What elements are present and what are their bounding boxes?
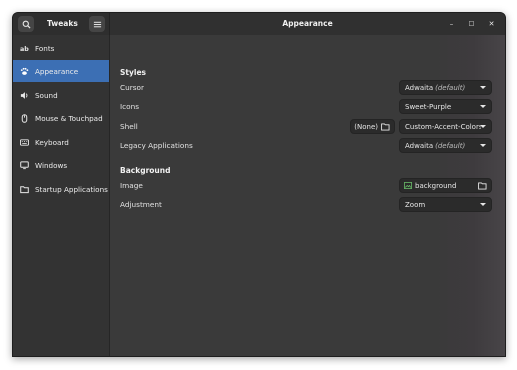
legacy-applications-dropdown[interactable]: Adwaita (default) [399, 138, 492, 153]
minimize-button[interactable]: – [445, 17, 458, 30]
image-label: Image [120, 181, 143, 190]
close-button[interactable]: ✕ [485, 17, 498, 30]
legacy-applications-label: Legacy Applications [120, 141, 193, 150]
appearance-panel: Styles Cursor Adwaita (default) Icons Sw… [110, 35, 505, 356]
shell-file-button[interactable]: (None) [350, 119, 395, 134]
cursor-value: Adwaita [405, 83, 434, 92]
sidebar-item-label: Windows [35, 160, 68, 170]
sidebar-item-appearance[interactable]: Appearance [13, 60, 109, 82]
shell-dropdown[interactable]: Custom-Accent-Colors [399, 119, 492, 134]
chevron-down-icon [480, 105, 486, 108]
search-icon [22, 20, 31, 29]
background-heading: Background [120, 166, 171, 175]
folder-icon [20, 185, 29, 194]
app-title: Tweaks [47, 19, 78, 28]
icons-label: Icons [120, 102, 140, 111]
adjustment-value: Zoom [405, 200, 426, 209]
minimize-icon: – [449, 19, 454, 28]
adjustment-dropdown[interactable]: Zoom [399, 197, 492, 212]
sidebar-item-mouse-touchpad[interactable]: Mouse & Touchpad [13, 107, 109, 129]
sidebar-item-startup-applications[interactable]: Startup Applications [13, 178, 109, 200]
close-icon: ✕ [488, 19, 495, 28]
maximize-button[interactable]: □ [465, 17, 478, 30]
sidebar-item-label: Fonts [35, 43, 55, 53]
sidebar-item-sound[interactable]: Sound [13, 84, 109, 106]
tweaks-window: Tweaks Appearance – □ ✕ ab Fonts Appeara… [12, 12, 506, 357]
background-image-chooser[interactable]: background [399, 178, 492, 193]
sidebar-item-label: Appearance [35, 66, 79, 76]
sidebar-item-label: Mouse & Touchpad [35, 113, 103, 123]
sidebar-item-keyboard[interactable]: Keyboard [13, 131, 109, 153]
search-button[interactable] [18, 16, 34, 32]
content-header: Appearance – □ ✕ [110, 13, 505, 35]
folder-open-icon [381, 122, 390, 131]
shell-none-label: (None) [354, 122, 378, 131]
cursor-dropdown[interactable]: Adwaita (default) [399, 80, 492, 95]
shell-value: Custom-Accent-Colors [405, 122, 481, 131]
speaker-icon [20, 91, 29, 100]
image-value: background [415, 181, 457, 190]
sidebar-item-windows[interactable]: Windows [13, 154, 109, 176]
sidebar-item-label: Keyboard [35, 137, 69, 147]
menu-button[interactable] [89, 16, 105, 32]
cursor-label: Cursor [120, 83, 144, 92]
legacy-default-note: (default) [435, 141, 466, 150]
styles-heading: Styles [120, 68, 146, 77]
svg-text:ab: ab [20, 46, 29, 53]
hamburger-menu-icon [93, 21, 101, 27]
icons-value: Sweet-Purple [405, 102, 452, 111]
sidebar-item-label: Startup Applications [35, 184, 108, 194]
font-icon: ab [20, 44, 29, 53]
chevron-down-icon [480, 86, 486, 89]
adjustment-label: Adjustment [120, 200, 162, 209]
shell-label: Shell [120, 122, 138, 131]
chevron-down-icon [480, 125, 486, 128]
folder-open-icon [478, 182, 487, 190]
sidebar-header: Tweaks [13, 13, 110, 35]
chevron-down-icon [480, 144, 486, 147]
sidebar-item-label: Sound [35, 90, 58, 100]
sidebar-item-fonts[interactable]: ab Fonts [13, 37, 109, 59]
cursor-default-note: (default) [435, 83, 466, 92]
chevron-down-icon [480, 203, 486, 206]
maximize-icon: □ [468, 20, 475, 27]
keyboard-icon [20, 138, 29, 147]
header-bar: Tweaks Appearance – □ ✕ [13, 13, 505, 35]
mouse-icon [20, 113, 29, 123]
paw-icon [20, 67, 29, 76]
legacy-value: Adwaita [405, 141, 434, 150]
icons-dropdown[interactable]: Sweet-Purple [399, 99, 492, 114]
monitor-icon [20, 160, 29, 170]
image-file-icon [404, 182, 412, 189]
sidebar: ab Fonts Appearance Sound Mouse & Touchp… [13, 35, 110, 356]
